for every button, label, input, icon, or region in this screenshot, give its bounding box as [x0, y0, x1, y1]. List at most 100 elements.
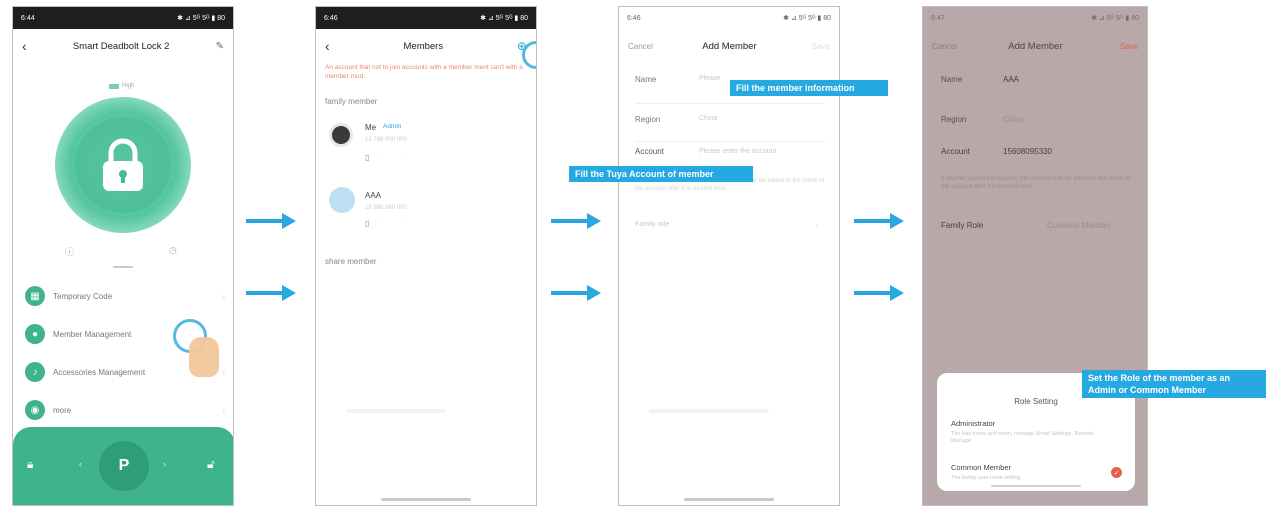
region-label: Region — [941, 115, 967, 124]
unlock-symbol: P — [118, 457, 130, 474]
phone-screen-members: 6:46 ✱ ⊿ 5ᴳ 5ᴳ ▮ 80 ‹ Members ⊕ An accou… — [315, 6, 537, 506]
padlock-icon[interactable] — [97, 135, 149, 195]
check-icon: ✓ — [1111, 467, 1122, 478]
admin-badge: Admin — [383, 123, 402, 130]
region-field[interactable]: China — [1003, 115, 1024, 124]
battery-text: High — [122, 83, 135, 89]
nav-bar: ‹ Smart Deadbolt Lock 2 ✎ — [13, 29, 233, 63]
status-bar: 6:44 ✱ ⊿ 5ᴳ 5ᴳ ▮ 80 — [13, 7, 233, 29]
member-name: Me — [365, 123, 377, 132]
menu-item-more[interactable]: ◉ more › — [25, 395, 225, 425]
role-name: Common Member — [951, 463, 1012, 472]
menu-label: Temporary Code — [53, 291, 113, 301]
clock-icon[interactable]: ◷ — [169, 245, 177, 256]
account-note: If another account is needed, the member… — [941, 176, 1131, 190]
page-title: Add Member — [702, 40, 757, 52]
member-row[interactable]: AAA 18 888 880 000 ▯ ···· — [325, 183, 525, 235]
status-time: 6:46 — [324, 14, 338, 22]
family-role-label[interactable]: Family role — [635, 221, 669, 228]
callout-set-role: Set the Role of the member as an Admin o… — [1082, 370, 1266, 398]
cancel-button[interactable]: Cancel — [932, 42, 957, 51]
status-icons: ✱ ⊿ 5ᴳ 5ᴳ ▮ 80 — [177, 15, 225, 22]
warning-text: An account that not to join accounts wit… — [325, 64, 523, 80]
back-icon[interactable]: ‹ — [22, 38, 27, 54]
callout-fill-tuya-account: Fill the Tuya Account of member — [569, 166, 753, 182]
member-phone: 13 788 000 000 — [365, 137, 407, 143]
menu-label: Accessories Management — [53, 367, 146, 377]
divider — [635, 103, 825, 104]
device-icon: ▯ — [365, 153, 370, 162]
sheet-home-indicator — [991, 485, 1081, 487]
status-time: 6:46 — [627, 14, 641, 22]
nav-bar: Cancel Add Member Save — [923, 29, 1147, 63]
chevron-right-icon: › — [222, 291, 225, 301]
status-bar: 6:46 ✱ ⊿ 5ᴳ 5ᴳ ▮ 80 — [619, 7, 839, 29]
person-icon: ● — [25, 324, 45, 344]
lock-icon[interactable]: 🔒︎ — [27, 457, 33, 472]
region-field[interactable]: China — [699, 115, 717, 122]
menu-label: more — [53, 405, 72, 415]
save-button[interactable]: Save — [1114, 42, 1138, 51]
account-label: Account — [941, 147, 970, 156]
name-label: Name — [941, 75, 963, 84]
info-icon[interactable]: ⓘ — [65, 245, 74, 258]
member-phone: 18 888 880 000 — [365, 205, 407, 211]
account-field[interactable]: 15608095330 — [1003, 147, 1052, 156]
role-option-common-member[interactable]: Common Member The family user room setti… — [951, 463, 1122, 487]
unlock-button[interactable]: P — [99, 441, 149, 491]
cancel-button[interactable]: Cancel — [628, 42, 653, 51]
battery-indicator: High — [109, 83, 134, 89]
placeholder-bar — [649, 409, 769, 413]
account-field[interactable]: Please enter the account — [699, 148, 776, 155]
role-desc: The family user room setting — [951, 475, 1021, 481]
flow-arrow — [246, 213, 296, 229]
role-option-administrator[interactable]: Administrator The has home and room, man… — [951, 419, 1121, 447]
sheet-title: Role Setting — [1014, 397, 1058, 406]
chevron-right-icon: › — [163, 459, 166, 469]
name-field[interactable]: AAA — [1003, 75, 1019, 84]
avatar — [329, 187, 355, 213]
device-dots: ···· — [379, 153, 427, 159]
home-indicator — [381, 498, 471, 501]
page-title: Members — [403, 40, 444, 52]
member-name: AAA — [365, 191, 382, 200]
flow-arrow — [551, 285, 601, 301]
name-label: Name — [635, 75, 657, 84]
home-indicator — [684, 498, 774, 501]
phone-screen-role-setting: 6:47 ✱ ⊿ 5ᴳ 5ᴳ ▮ 80 Cancel Add Member Sa… — [922, 6, 1148, 506]
page-indicator — [113, 266, 133, 268]
status-bar: 6:46 ✱ ⊿ 5ᴳ 5ᴳ ▮ 80 — [316, 7, 536, 29]
nav-bar: ‹ Members ⊕ — [316, 29, 536, 63]
chevron-right-icon: › — [222, 405, 225, 415]
status-icons: ✱ ⊿ 5ᴳ 5ᴳ ▮ 80 — [1091, 15, 1139, 22]
status-bar: 6:47 ✱ ⊿ 5ᴳ 5ᴳ ▮ 80 — [923, 7, 1147, 29]
menu-item-temporary-code[interactable]: ▦ Temporary Code › — [25, 281, 225, 311]
device-icon: ▯ — [365, 219, 370, 228]
unlock-panel: 🔒︎ ‹ P › 🔓︎ — [13, 427, 233, 505]
tap-hand-icon — [536, 55, 537, 95]
divider — [635, 141, 825, 142]
placeholder-bar — [346, 409, 446, 413]
page-title: Add Member — [1008, 40, 1063, 52]
nav-bar: Cancel Add Member Save — [619, 29, 839, 63]
menu-label: Member Management — [53, 329, 132, 339]
flow-arrow — [854, 285, 904, 301]
phone-screen-lock-home: 6:44 ✱ ⊿ 5ᴳ 5ᴳ ▮ 80 ‹ Smart Deadbolt Loc… — [12, 6, 234, 506]
device-dots: ···· — [379, 219, 427, 225]
share-section-header: share member — [325, 257, 377, 266]
back-icon[interactable]: ‹ — [325, 38, 330, 54]
family-role-value[interactable]: Common Member — [1047, 221, 1111, 230]
name-field[interactable]: Please — [699, 75, 720, 82]
member-row[interactable]: Me Admin 13 788 000 000 ▯ ···· — [325, 119, 525, 171]
role-name: Administrator — [951, 419, 996, 428]
unlock-icon[interactable]: 🔓︎ — [207, 457, 215, 472]
region-label: Region — [635, 115, 661, 124]
battery-icon — [109, 83, 119, 89]
edit-icon[interactable]: ✎ — [216, 41, 224, 52]
save-button[interactable]: Save — [806, 42, 830, 51]
chevron-left-icon: ‹ — [79, 459, 82, 469]
callout-fill-member-info: Fill the member information — [730, 80, 888, 96]
avatar — [329, 123, 353, 147]
flow-arrow — [854, 213, 904, 229]
status-icons: ✱ ⊿ 5ᴳ 5ᴳ ▮ 80 — [783, 15, 831, 22]
